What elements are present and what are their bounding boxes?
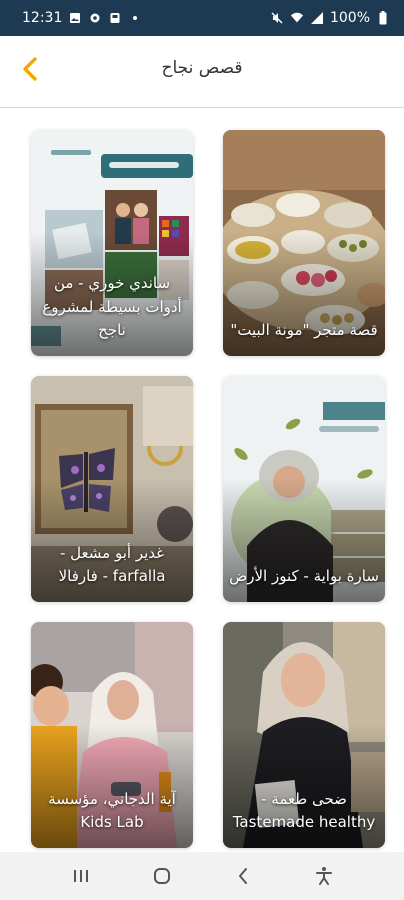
notification-icon [108,11,122,25]
page-title: قصص نجاح [161,58,243,78]
recent-apps-icon [73,870,88,882]
story-title: ضحى طعمة - Tastemade healthy [232,789,376,831]
story-title: سارة بواية - كنوز الأرض [229,566,379,585]
story-title: غدير أبو مشعل - farfalla - فارفالا [58,543,166,585]
home-icon [153,868,170,884]
system-nav-bar [0,852,404,900]
story-title: قصة متجر "مونة البيت" [230,320,378,339]
signal-icon [310,11,324,25]
story-card[interactable]: سارة بواية - كنوز الأرض [223,376,385,602]
story-card[interactable]: ضحى طعمة - Tastemade healthy [223,622,385,848]
status-left: 12:31 [22,10,142,26]
photo-icon [68,11,82,25]
system-back-button[interactable] [223,856,263,896]
battery-level: 100% [329,10,370,26]
settings-icon [88,11,102,25]
mute-icon [270,11,284,25]
story-title: ساندي خوري - من أدوات بسيطة لمشروع ناجح [42,274,182,339]
dot-icon [128,11,142,25]
back-icon [238,868,247,884]
home-button[interactable] [142,856,182,896]
accessibility-icon [315,867,332,885]
story-card[interactable]: ساندي خوري - من أدوات بسيطة لمشروع ناجح [31,130,193,356]
story-card[interactable]: آية الدجاني، مؤسسة Kids Lab [31,622,193,848]
accessibility-button[interactable] [304,856,344,896]
recent-apps-button[interactable] [61,856,101,896]
story-card[interactable]: قصة متجر "مونة البيت" [223,130,385,356]
story-card[interactable]: غدير أبو مشعل - farfalla - فارفالا [31,376,193,602]
story-title: آية الدجاني، مؤسسة Kids Lab [48,789,176,831]
stories-grid: قصة متجر "مونة البيت" ساندي خوري - من أد… [0,108,404,852]
status-time: 12:31 [22,10,63,26]
status-bar: 12:31 100% [0,0,404,36]
battery-icon [376,11,390,25]
status-right: 100% [270,10,390,26]
wifi-icon [290,11,304,25]
app-header: قصص نجاح [0,36,404,108]
